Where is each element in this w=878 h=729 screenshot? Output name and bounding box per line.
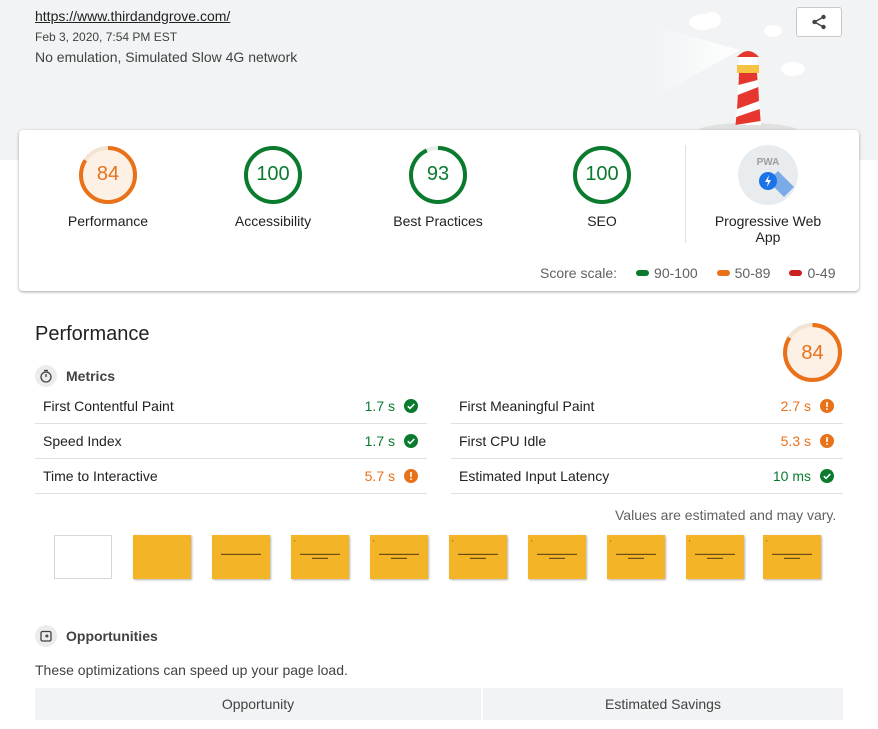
metric-value: 1.7 s (364, 398, 395, 414)
metric-name: Estimated Input Latency (459, 468, 610, 484)
metric-name: First CPU Idle (459, 433, 547, 449)
pwa-badge-text: PWA (757, 157, 780, 168)
gauge-score: 84 (96, 163, 120, 185)
filmstrip-frame (133, 535, 191, 579)
column-header-savings: Estimated Savings (483, 688, 843, 720)
scale-fail-swatch (789, 270, 803, 276)
scale-range-pass: 90-100 (654, 265, 698, 281)
performance-score: 84 (801, 342, 824, 364)
filmstrip-frame: ▪ ▬▬▬▬▬▬▬▬▬▬ ▬▬▬▬ (449, 535, 507, 579)
lighthouse-illustration (650, 12, 805, 130)
category-summary-card: 84 Performance 100 Accessibility 93 Best… (19, 130, 859, 291)
metrics-column-right: First Meaningful Paint 2.7 s First CPU I… (451, 389, 843, 494)
gauge-divider (685, 145, 686, 243)
gauge-accessibility[interactable]: 100 Accessibility (213, 145, 333, 229)
pwa-badge-icon: PWA (738, 145, 798, 205)
pass-check-icon (404, 399, 418, 413)
score-scale-label: Score scale: (540, 265, 618, 281)
metric-row: First Meaningful Paint 2.7 s (451, 389, 843, 424)
filmstrip-frame: ▪ ▬▬▬▬▬▬▬▬▬▬ ▬▬▬▬ (528, 535, 586, 579)
filmstrip-frame: ▪ ▬▬▬▬▬▬▬▬▬▬ ▬▬▬▬ (607, 535, 665, 579)
performance-section-title: Performance (35, 323, 150, 345)
metrics-column-left: First Contentful Paint 1.7 s Speed Index… (35, 389, 427, 494)
gauge-seo[interactable]: 100 SEO (542, 145, 662, 229)
opportunities-description: These optimizations can speed up your pa… (35, 662, 348, 678)
metric-row: First Contentful Paint 1.7 s (35, 389, 427, 424)
metric-name: Time to Interactive (43, 468, 158, 484)
filmstrip-frame: ▪ ▬▬▬▬▬▬▬▬▬▬ ▬▬▬▬ (370, 535, 428, 579)
info-warning-icon (820, 399, 834, 413)
report-url-link[interactable]: https://www.thirdandgrove.com/ (35, 8, 230, 24)
pass-check-icon (820, 469, 834, 483)
score-scale: Score scale: 90-100 50-89 0-49 (540, 265, 835, 281)
metric-name: First Meaningful Paint (459, 398, 595, 414)
filmstrip-frame: ▪ ▬▬▬▬▬▬▬▬▬▬ ▬▬▬▬ (686, 535, 744, 579)
stopwatch-icon (35, 365, 57, 387)
gauge-best-practices[interactable]: 93 Best Practices (378, 145, 498, 229)
gauge-pwa[interactable]: PWA Progressive Web App (708, 145, 828, 245)
metrics-header: Metrics (35, 365, 115, 387)
metric-value: 10 ms (772, 468, 811, 484)
info-warning-icon (404, 469, 418, 483)
gauge-label: Performance (67, 213, 149, 229)
metric-value: 1.7 s (364, 433, 395, 449)
scale-range-average: 50-89 (734, 265, 771, 281)
opportunities-header: Opportunities (35, 625, 158, 647)
metric-value: 5.3 s (780, 433, 811, 449)
gauge-label: SEO (587, 213, 617, 229)
opportunities-table-header: Opportunity Estimated Savings (35, 688, 843, 720)
filmstrip-frame (54, 535, 112, 579)
scale-average-swatch (716, 270, 730, 276)
scale-range-fail: 0-49 (807, 265, 836, 281)
column-header-opportunity: Opportunity (35, 688, 481, 720)
metric-name: First Contentful Paint (43, 398, 174, 414)
filmstrip-frame: ▪ ▬▬▬▬▬▬▬▬▬▬ ▬▬▬▬ (763, 535, 821, 579)
performance-score-gauge: 84 (782, 322, 843, 383)
gauge-label: Progressive Web App (714, 213, 822, 245)
info-warning-icon (820, 434, 834, 448)
metric-row: Speed Index 1.7 s (35, 424, 427, 459)
metric-value: 5.7 s (364, 468, 395, 484)
gauge-label: Best Practices (393, 213, 483, 229)
scale-pass-swatch (636, 270, 650, 276)
estimated-values-note: Values are estimated and may vary. (615, 507, 837, 523)
metric-row: Time to Interactive 5.7 s (35, 459, 427, 494)
filmstrip-frame: ▬▬▬▬▬▬▬▬▬▬ (212, 535, 270, 579)
report-environment: No emulation, Simulated Slow 4G network (35, 49, 298, 65)
gauge-performance[interactable]: 84 Performance (48, 145, 168, 229)
metric-row: First CPU Idle 5.3 s (451, 424, 843, 459)
report-date: Feb 3, 2020, 7:54 PM EST (35, 30, 178, 44)
opportunity-icon (35, 625, 57, 647)
pass-check-icon (404, 434, 418, 448)
gauge-score: 100 (256, 163, 290, 185)
metric-row: Estimated Input Latency 10 ms (451, 459, 843, 494)
gauge-label: Accessibility (234, 213, 312, 229)
gauge-score: 100 (585, 163, 619, 185)
gauge-score: 93 (426, 163, 450, 185)
metric-name: Speed Index (43, 433, 122, 449)
filmstrip-frame: ▪ ▬▬▬▬▬▬▬▬▬▬ ▬▬▬▬ (291, 535, 349, 579)
metric-value: 2.7 s (780, 398, 811, 414)
opportunities-label: Opportunities (66, 628, 158, 644)
metrics-label: Metrics (66, 368, 116, 384)
